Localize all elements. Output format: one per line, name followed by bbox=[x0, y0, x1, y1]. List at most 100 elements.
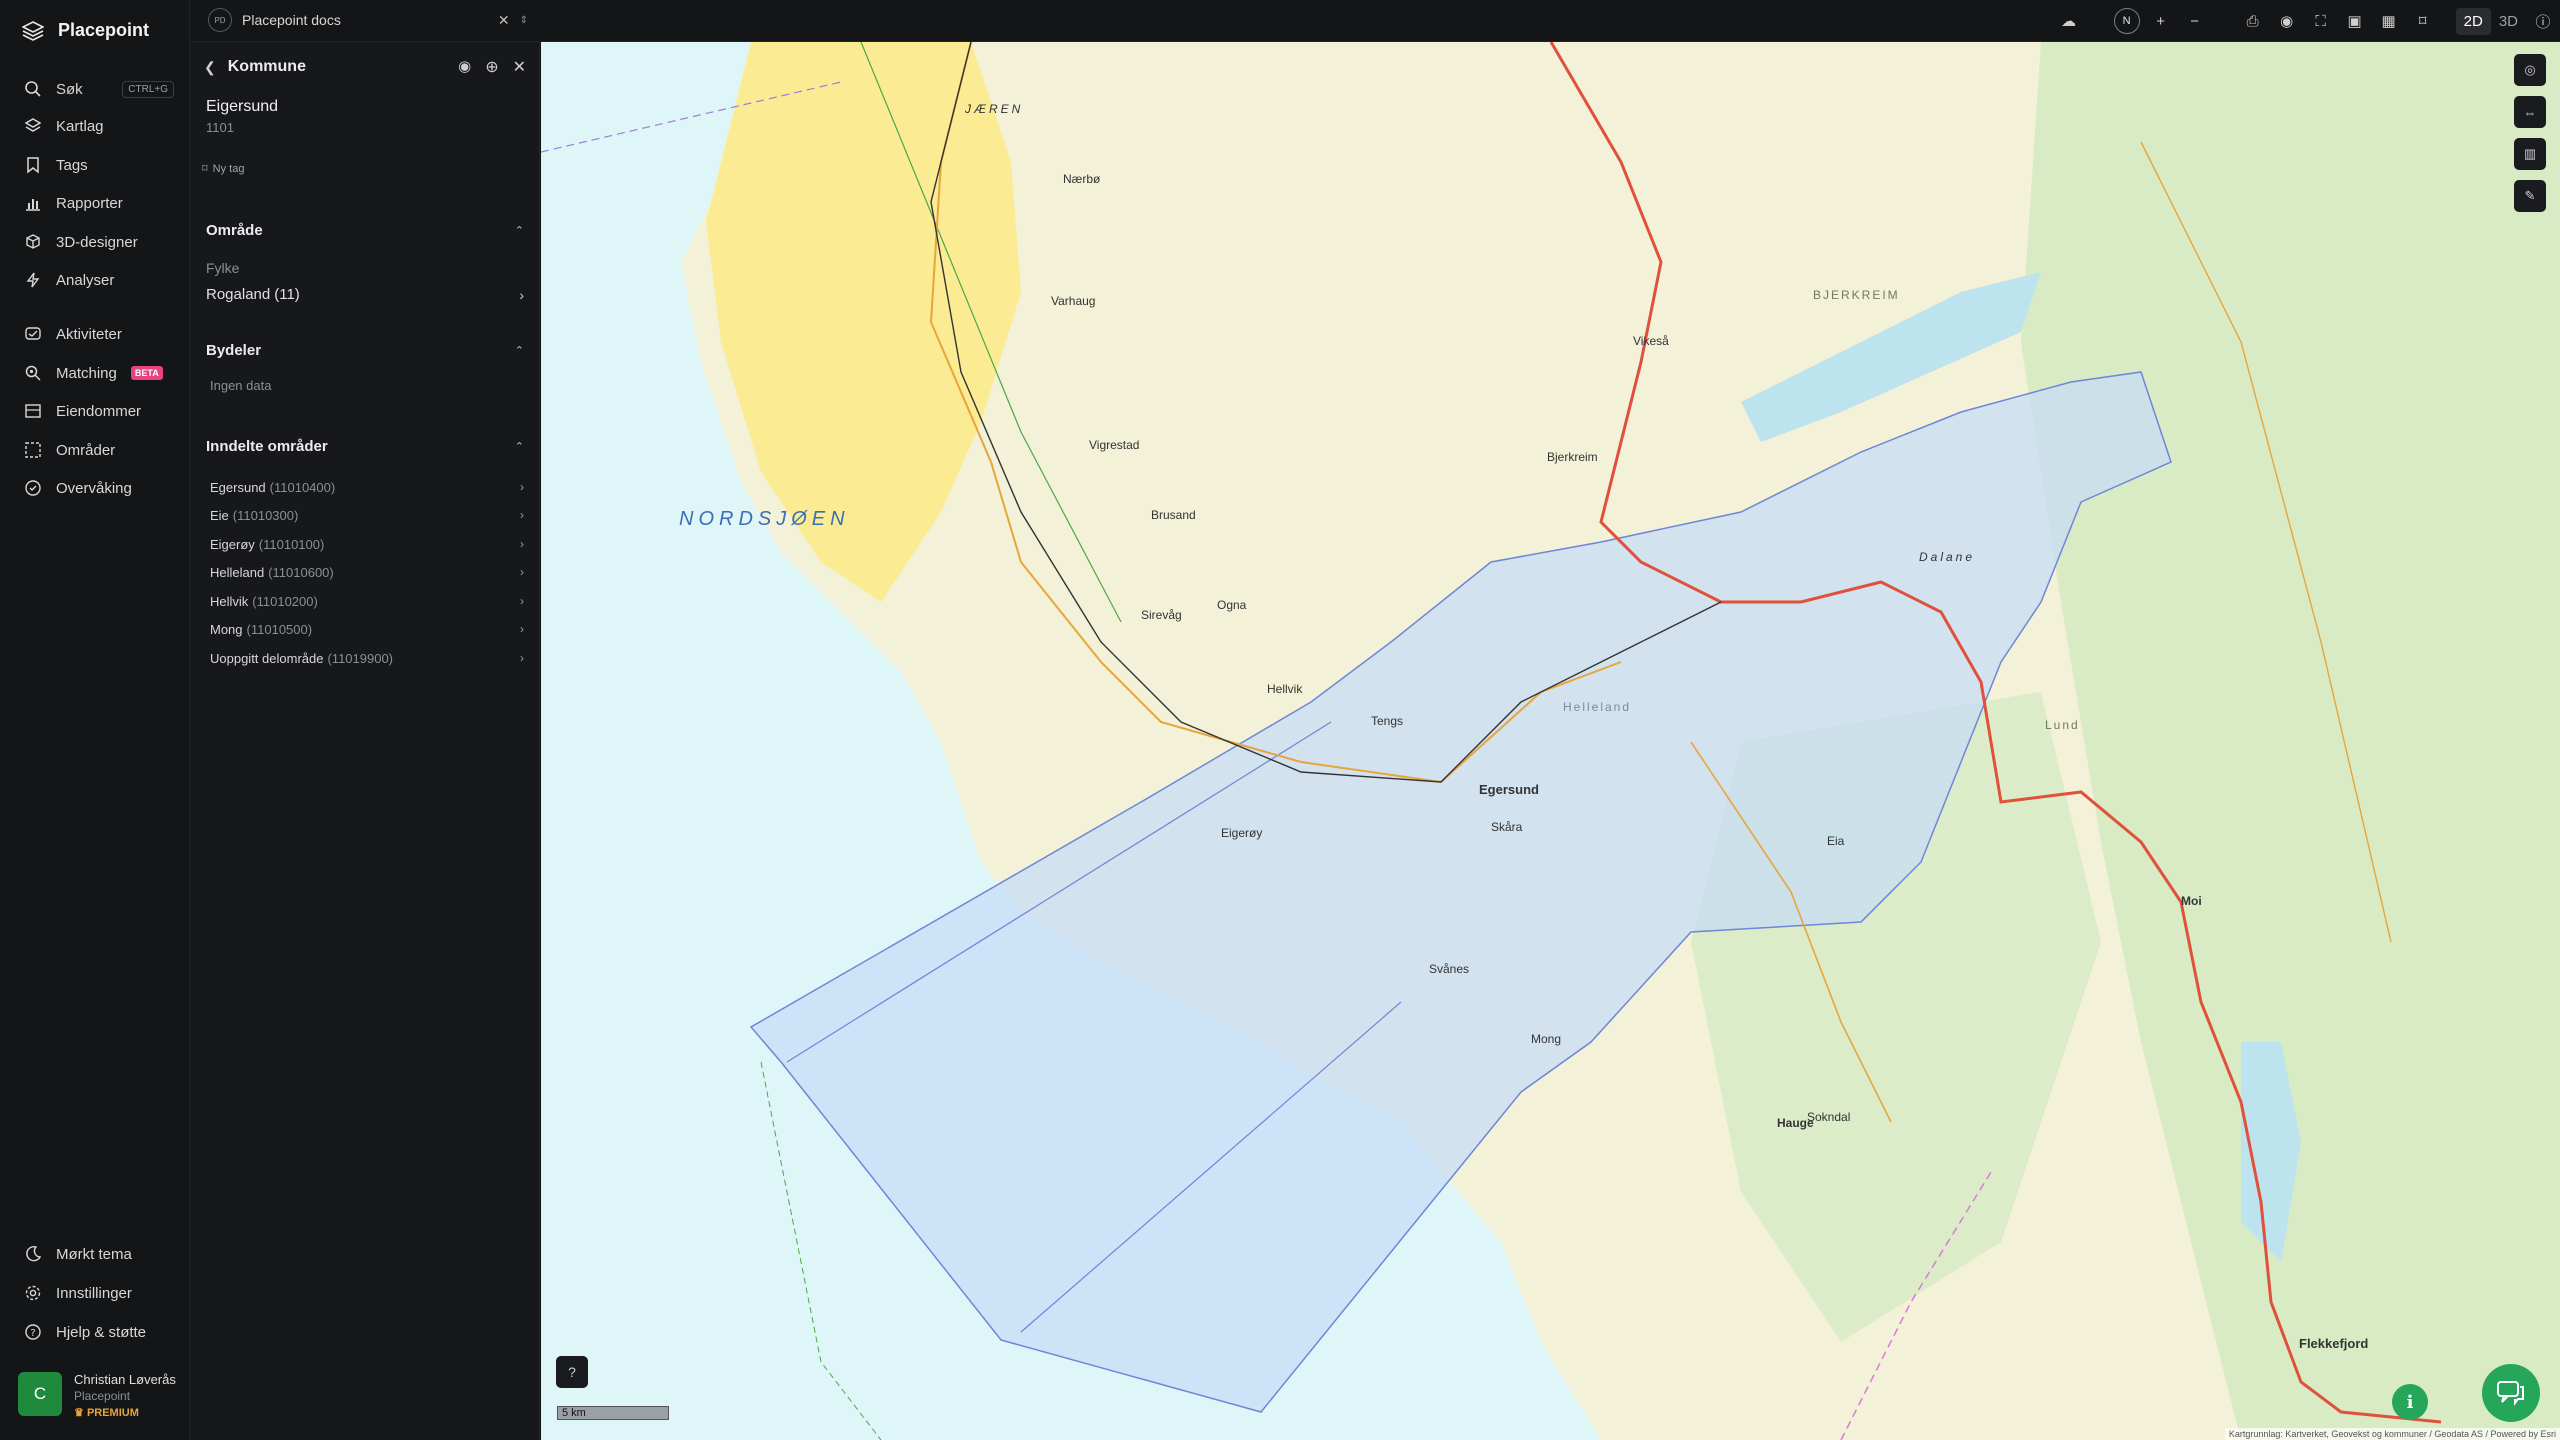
layer-toggle-icon[interactable]: ◎ bbox=[2514, 54, 2546, 86]
place-label: Flekkefjord bbox=[2299, 1336, 2369, 1351]
bar-chart-icon bbox=[26, 199, 40, 211]
nav-item-search[interactable]: Søk CTRL+G bbox=[24, 77, 174, 101]
back-icon[interactable]: ❮ bbox=[204, 59, 216, 76]
chevron-updown-icon[interactable]: ⇕ bbox=[520, 15, 528, 26]
section-bydeler-header[interactable]: Bydeler ⌃ bbox=[206, 342, 524, 359]
zoom-in-button[interactable]: + bbox=[2144, 4, 2178, 38]
section-title: Område bbox=[206, 222, 263, 239]
nav-item-3d-designer[interactable]: 3D-designer bbox=[24, 230, 174, 254]
item-code: (11010600) bbox=[268, 564, 334, 580]
doc-badge: PD bbox=[208, 8, 232, 32]
area-select-icon bbox=[25, 442, 41, 458]
chart-icon[interactable]: ▥ bbox=[2514, 138, 2546, 170]
nav-item-omrader[interactable]: Områder bbox=[24, 438, 174, 462]
sync-cloud-icon[interactable]: ☁ bbox=[2052, 4, 2086, 38]
nav-item-help[interactable]: ? Hjelp & støtte bbox=[24, 1320, 174, 1344]
mode-3d-button[interactable]: 3D bbox=[2491, 8, 2526, 35]
map-canvas[interactable]: NORDSJØEN JÆREN Nærbø Varhaug Vigrestad … bbox=[541, 42, 2560, 1440]
place-label: Hellvik bbox=[1267, 682, 1303, 696]
grid-icon[interactable]: ▦ bbox=[2372, 4, 2406, 38]
chat-icon bbox=[2497, 1381, 2524, 1406]
nav-item-matching[interactable]: Matching BETA bbox=[24, 361, 174, 385]
place-label: Skåra bbox=[1491, 820, 1523, 834]
item-code: (11010300) bbox=[232, 507, 299, 523]
close-icon[interactable]: ✕ bbox=[513, 57, 526, 77]
nav-item-overvaking[interactable]: Overvåking bbox=[24, 476, 174, 500]
nav-label: Søk bbox=[56, 80, 83, 98]
brand-name: Placepoint bbox=[58, 20, 150, 40]
bydeler-empty: Ingen data bbox=[210, 378, 272, 393]
list-item[interactable]: Mong (11010500) › bbox=[210, 619, 524, 639]
nav-item-tags[interactable]: Tags bbox=[24, 153, 174, 177]
measure-icon[interactable]: ⇔ bbox=[2514, 96, 2546, 128]
compass-button[interactable]: N bbox=[2110, 4, 2144, 38]
draw-icon[interactable]: ✎ bbox=[2514, 180, 2546, 212]
nav-item-dark-theme[interactable]: Mørkt tema bbox=[24, 1242, 174, 1266]
close-icon[interactable]: ✕ bbox=[498, 12, 510, 29]
chat-button[interactable] bbox=[2482, 1364, 2540, 1422]
item-name: Eie bbox=[210, 507, 229, 523]
nav-item-settings[interactable]: Innstillinger bbox=[24, 1281, 174, 1305]
eye-icon[interactable]: ◉ bbox=[458, 57, 471, 77]
search-shortcut: CTRL+G bbox=[122, 80, 174, 98]
place-label: Egersund bbox=[1479, 782, 1539, 797]
placepoint-logo-icon bbox=[22, 20, 44, 41]
zoom-out-button[interactable]: − bbox=[2178, 4, 2212, 38]
user-org: Placepoint bbox=[74, 1389, 131, 1403]
item-code: (11010500) bbox=[246, 621, 313, 637]
help-icon: ? bbox=[25, 1324, 41, 1340]
info-icon[interactable]: i bbox=[2392, 1384, 2428, 1420]
nav-label: Mørkt tema bbox=[56, 1245, 132, 1263]
entity-code: 1101 bbox=[206, 120, 234, 135]
doc-name: Placepoint docs bbox=[242, 12, 341, 28]
nav-item-eiendommer[interactable]: Eiendommer bbox=[24, 399, 174, 423]
avatar: C bbox=[18, 1372, 62, 1416]
fylke-row[interactable]: Rogaland (11) › bbox=[206, 286, 524, 303]
search-icon bbox=[25, 81, 41, 97]
crown-icon: ♛ bbox=[74, 1407, 84, 1419]
place-label: Eigerøy bbox=[1221, 826, 1263, 840]
crosshair-icon[interactable]: ⊕ bbox=[485, 57, 498, 77]
info-icon[interactable]: ⓘ bbox=[2526, 4, 2560, 38]
nav-item-analyser[interactable]: Analyser bbox=[24, 268, 174, 292]
list-item[interactable]: Uoppgitt delområde (11019900) › bbox=[210, 648, 524, 668]
list-item[interactable]: Egersund (11010400) › bbox=[210, 477, 524, 497]
property-icon bbox=[25, 404, 41, 418]
section-inndelte-header[interactable]: Inndelte områder ⌃ bbox=[206, 438, 524, 455]
chevron-right-icon: › bbox=[520, 651, 524, 665]
nav-item-rapporter[interactable]: Rapporter bbox=[24, 191, 174, 215]
nav-label: Eiendommer bbox=[56, 402, 142, 420]
map-help-icon[interactable]: ? bbox=[556, 1356, 588, 1388]
place-label: Eia bbox=[1827, 834, 1845, 848]
nav-item-aktiviteter[interactable]: Aktiviteter bbox=[24, 322, 174, 346]
section-title: Bydeler bbox=[206, 342, 262, 359]
new-tag-button[interactable]: ⌑ Ny tag bbox=[202, 162, 245, 176]
print-icon[interactable]: ⎙ bbox=[2236, 4, 2270, 38]
item-name: Helleland bbox=[210, 564, 265, 580]
detail-panel: ❮ Kommune ◉ ⊕ ✕ Eigersund 1101 ⌑ Ny tag … bbox=[190, 42, 540, 1440]
nav-label: Innstillinger bbox=[56, 1284, 132, 1302]
fullscreen-icon[interactable]: ⛶ bbox=[2304, 4, 2338, 38]
nav-item-kartlag[interactable]: Kartlag bbox=[24, 114, 174, 138]
list-item[interactable]: Eie (11010300) › bbox=[210, 505, 524, 525]
document-selector[interactable]: PD Placepoint docs ✕ ⇕ bbox=[208, 8, 528, 32]
camera-icon[interactable]: ▣ bbox=[2338, 4, 2372, 38]
item-name: Uoppgitt delområde bbox=[210, 650, 324, 666]
nav-label: Tags bbox=[56, 156, 88, 174]
list-item[interactable]: Eigerøy (11010100) › bbox=[210, 534, 524, 554]
place-label: Lund bbox=[2045, 718, 2080, 732]
user-card[interactable]: C Christian Løverås Placepoint ♛ PREMIUM bbox=[18, 1372, 176, 1419]
moon-icon bbox=[26, 1245, 42, 1262]
new-tag-label: Ny tag bbox=[212, 162, 245, 175]
list-item[interactable]: Helleland (11010600) › bbox=[210, 562, 524, 582]
list-item[interactable]: Hellvik (11010200) › bbox=[210, 591, 524, 611]
chevron-up-icon: ⌃ bbox=[514, 225, 524, 237]
item-code: (11010100) bbox=[258, 536, 325, 552]
eye-icon[interactable]: ◉ bbox=[2270, 4, 2304, 38]
brand[interactable]: Placepoint bbox=[22, 20, 149, 41]
section-omrade-header[interactable]: Område ⌃ bbox=[206, 222, 524, 239]
mode-2d-button[interactable]: 2D bbox=[2455, 7, 2491, 35]
place-label: Vikeså bbox=[1633, 334, 1669, 348]
bookmark-icon[interactable]: ⌑ bbox=[2406, 4, 2440, 38]
